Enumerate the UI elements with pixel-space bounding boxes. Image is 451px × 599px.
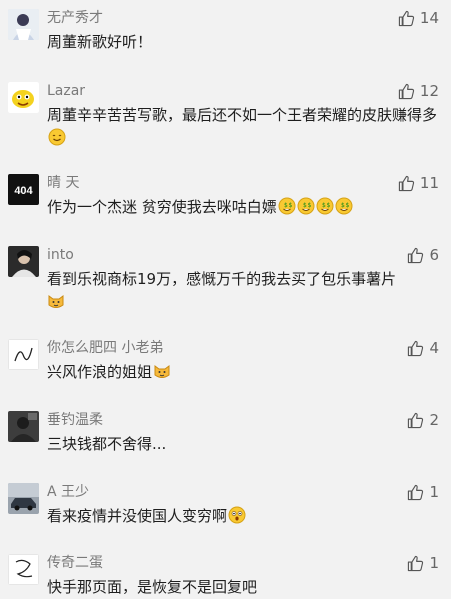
comment-list: 无产秀才 周董新歌好听！ 14 Lazar 周董辛辛苦苦写歌，最后还不如一个王者… bbox=[0, 0, 451, 597]
smile-emoji bbox=[48, 128, 66, 146]
svg-text:$: $ bbox=[326, 202, 330, 209]
sketch-avatar-icon-2[interactable] bbox=[8, 554, 39, 585]
username[interactable]: Lazar bbox=[47, 82, 85, 100]
thumbs-up-icon bbox=[398, 10, 415, 26]
yellow-cartoon-avatar-icon[interactable] bbox=[8, 82, 39, 113]
comment-text: 快手那页面，是恢复不是回复吧 bbox=[47, 578, 258, 596]
car-photo-avatar-icon[interactable] bbox=[8, 483, 39, 514]
cat-emoji bbox=[153, 362, 171, 380]
svg-text:$: $ bbox=[341, 202, 345, 209]
thumbs-up-icon bbox=[408, 555, 424, 571]
cat-emoji bbox=[47, 292, 65, 310]
like-count: 2 bbox=[429, 411, 439, 429]
username[interactable]: 无产秀才 bbox=[47, 9, 103, 27]
like-count: 1 bbox=[429, 483, 439, 501]
thumbs-up-icon bbox=[408, 340, 424, 356]
svg-text:$: $ bbox=[284, 202, 288, 209]
avatar-label: 404 bbox=[14, 185, 33, 197]
comment-text: 兴风作浪的姐姐 bbox=[47, 361, 442, 384]
404-avatar-icon[interactable]: 404 bbox=[8, 174, 39, 205]
like-button[interactable]: 2 bbox=[407, 411, 439, 429]
money-emoji: $ $ bbox=[297, 197, 315, 215]
dark-photo-avatar-icon[interactable] bbox=[8, 411, 39, 442]
thumbs-up-icon bbox=[398, 175, 415, 191]
thumbs-up-icon bbox=[408, 247, 424, 263]
like-button[interactable]: 6 bbox=[407, 246, 439, 264]
thumbs-up-icon bbox=[408, 484, 424, 500]
money-emoji: $ $ bbox=[278, 197, 296, 215]
shocked-emoji bbox=[228, 506, 246, 524]
money-emoji: $ $ bbox=[316, 197, 334, 215]
like-button[interactable]: 11 bbox=[398, 174, 439, 192]
like-button[interactable]: 14 bbox=[398, 9, 439, 27]
comment-text: 作为一个杰迷 贫穷使我去咪咕白嫖 $ $ $ $ $ $ $ $ bbox=[47, 196, 442, 219]
comment-text: 看到乐视商标19万，感慨万千的我去买了包乐事薯片 bbox=[47, 268, 442, 314]
svg-text:$: $ bbox=[307, 202, 311, 209]
svg-text:$: $ bbox=[345, 202, 349, 209]
like-button[interactable]: 1 bbox=[407, 554, 439, 572]
like-button[interactable]: 4 bbox=[407, 339, 439, 357]
username[interactable]: 传奇二蛋 bbox=[47, 554, 103, 572]
svg-text:$: $ bbox=[322, 202, 326, 209]
sketch-avatar-icon[interactable] bbox=[8, 339, 39, 370]
svg-text:$: $ bbox=[303, 202, 307, 209]
money-emoji: $ $ bbox=[335, 197, 353, 215]
username[interactable]: 你怎么肥四 小老弟 bbox=[47, 339, 163, 357]
like-count: 1 bbox=[429, 554, 439, 572]
like-button[interactable]: 12 bbox=[398, 82, 439, 100]
username[interactable]: 晴 天 bbox=[47, 174, 79, 192]
comment-text: 三块钱都不舍得... bbox=[47, 435, 167, 453]
comment-text: 看来疫情并没使国人变穷啊 bbox=[47, 505, 442, 528]
like-button[interactable]: 1 bbox=[407, 483, 439, 501]
like-count: 11 bbox=[419, 174, 439, 192]
like-count: 6 bbox=[429, 246, 439, 264]
like-count: 12 bbox=[419, 82, 439, 100]
username[interactable]: 垂钓温柔 bbox=[47, 411, 103, 429]
thumbs-up-icon bbox=[398, 83, 415, 99]
username[interactable]: into bbox=[47, 246, 74, 264]
username[interactable]: A 王少 bbox=[47, 483, 89, 501]
like-count: 14 bbox=[419, 9, 439, 27]
like-count: 4 bbox=[429, 339, 439, 357]
svg-text:$: $ bbox=[288, 202, 292, 209]
comment-text: 周董新歌好听！ bbox=[47, 33, 153, 51]
photo-avatar-icon[interactable] bbox=[8, 246, 39, 277]
thumbs-up-icon bbox=[408, 412, 424, 428]
comment-text: 周董辛辛苦苦写歌，最后还不如一个王者荣耀的皮肤赚得多 bbox=[47, 104, 442, 150]
anime-girl-avatar-icon[interactable] bbox=[8, 9, 39, 40]
